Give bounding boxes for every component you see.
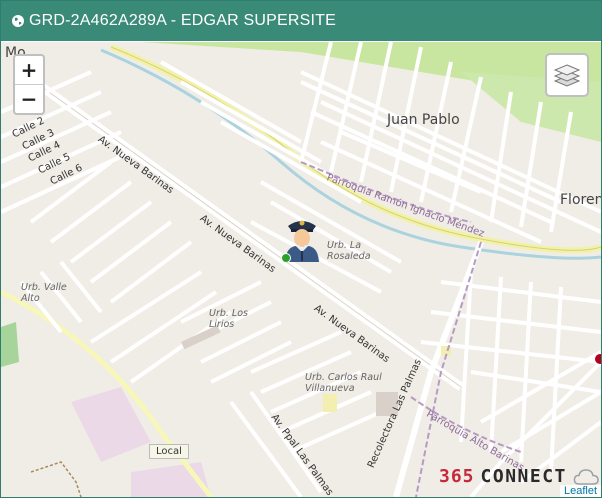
police-officer-icon bbox=[281, 220, 319, 263]
urb-label-carlos-raul-villanueva: Urb. Carlos Raul Villanueva bbox=[305, 372, 382, 394]
globe-icon bbox=[11, 14, 25, 28]
urb-label-valle-alto: Urb. Valle Alto bbox=[21, 282, 67, 304]
urb-label-la-rosaleda: Urb. La Rosaleda bbox=[327, 240, 371, 262]
brand-word: CONNECT bbox=[480, 466, 567, 487]
place-label-floren: Floren bbox=[560, 192, 601, 208]
layers-icon bbox=[553, 64, 581, 87]
map-view[interactable]: Mo Juan Pablo Floren Calle 2 Calle 3 Cal… bbox=[1, 42, 601, 497]
guard-marker[interactable] bbox=[281, 214, 323, 263]
leaflet-attribution-link[interactable]: Leaflet bbox=[559, 485, 601, 497]
cloud-icon bbox=[573, 468, 599, 485]
device-title: GRD-2A462A289A - EDGAR SUPERSITE bbox=[29, 12, 336, 29]
poi-label-local[interactable]: Local bbox=[149, 444, 189, 459]
urb-label-los-lirios: Urb. Los Lirios bbox=[209, 308, 248, 330]
title-bar: GRD-2A462A289A - EDGAR SUPERSITE bbox=[1, 1, 601, 41]
brand-logo: 365 CONNECT bbox=[439, 466, 599, 487]
app-window: GRD-2A462A289A - EDGAR SUPERSITE Mo Juan… bbox=[0, 0, 602, 498]
layers-button[interactable] bbox=[545, 53, 589, 97]
offscreen-marker[interactable] bbox=[593, 352, 601, 366]
zoom-in-button[interactable]: + bbox=[15, 56, 43, 85]
zoom-out-button[interactable]: − bbox=[15, 85, 43, 113]
brand-number: 365 bbox=[439, 466, 475, 487]
zoom-control: + − bbox=[13, 54, 45, 115]
map-tiles bbox=[1, 42, 601, 497]
place-label-juan-pablo: Juan Pablo bbox=[387, 112, 460, 128]
